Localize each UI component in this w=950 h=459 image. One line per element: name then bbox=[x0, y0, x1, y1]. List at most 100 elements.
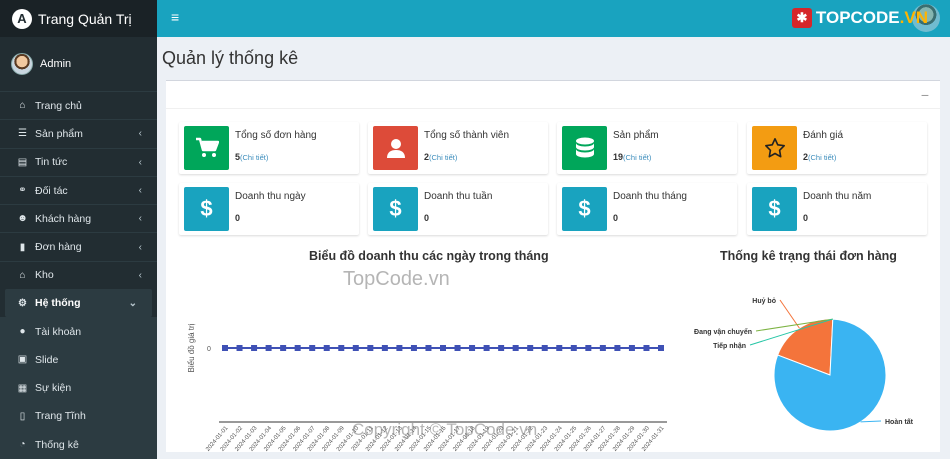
data-point bbox=[381, 345, 388, 351]
detail-link[interactable]: (Chi tiết) bbox=[429, 153, 457, 162]
sidebar-item-label: Tài khoản bbox=[35, 325, 82, 338]
sidebar-item-10[interactable]: ▦ Sự kiện bbox=[0, 373, 157, 403]
info-box-revenue-day[interactable]: $ Doanh thu ngày 0 bbox=[179, 183, 359, 235]
info-box-value: 2(Chi tiết) bbox=[803, 152, 836, 162]
menu-toggle-icon[interactable]: ≡ bbox=[171, 9, 179, 25]
sidebar-item-label: Trang chủ bbox=[35, 99, 82, 112]
info-box-revenue-week[interactable]: $ Doanh thu tuần 0 bbox=[368, 183, 548, 235]
y-tick-label: 0 bbox=[207, 346, 211, 353]
sidebar-item-label: Slide bbox=[35, 353, 59, 366]
sidebar-item-8[interactable]: ● Tài khoản bbox=[0, 317, 157, 346]
user-name: Admin bbox=[40, 58, 72, 70]
sidebar-item-12[interactable]: ◔ Thống kê bbox=[0, 430, 157, 459]
detail-link[interactable]: (Chi tiết) bbox=[623, 153, 651, 162]
collapse-button[interactable]: − bbox=[921, 87, 929, 103]
sidebar-item-label: Khách hàng bbox=[35, 212, 92, 225]
info-box-revenue-month[interactable]: $ Doanh thu tháng 0 bbox=[557, 183, 737, 235]
star-icon bbox=[752, 126, 797, 170]
database-icon bbox=[562, 126, 607, 170]
cogs-icon: ⚙ bbox=[18, 297, 27, 309]
info-box-value: 5(Chi tiết) bbox=[235, 152, 268, 162]
page-title: Quản lý thống kê bbox=[162, 48, 299, 68]
data-point bbox=[498, 345, 505, 351]
user-icon bbox=[373, 126, 418, 170]
data-point bbox=[469, 345, 476, 351]
box-header: − bbox=[166, 81, 940, 109]
info-box-title: Sản phẩm bbox=[613, 130, 659, 141]
avatar bbox=[11, 53, 33, 75]
data-point bbox=[585, 345, 592, 351]
users-icon: ☻ bbox=[17, 213, 28, 225]
data-point bbox=[294, 345, 301, 351]
pie-label: Đang vận chuyển bbox=[694, 328, 752, 336]
info-box-number: 0 bbox=[235, 213, 241, 223]
brand-logo-icon: A bbox=[12, 8, 32, 29]
user-panel: Admin bbox=[0, 37, 157, 91]
sidebar-item-11[interactable]: ▯ Trang Tĩnh bbox=[0, 402, 157, 431]
pie-leader-line bbox=[860, 420, 882, 423]
sidebar-item-label: Kho bbox=[35, 269, 54, 282]
data-point bbox=[628, 345, 635, 351]
film-icon: ▦ bbox=[17, 382, 28, 394]
sidebar-item-4[interactable]: ☻ Khách hàng ‹ bbox=[0, 204, 157, 232]
data-point bbox=[251, 345, 258, 351]
sidebar-item-0[interactable]: ⌂ Trang chủ bbox=[0, 91, 157, 119]
data-point bbox=[599, 345, 606, 351]
info-box-products[interactable]: Sản phẩm 19(Chi tiết) bbox=[557, 122, 737, 174]
detail-link[interactable]: (Chi tiết) bbox=[240, 153, 268, 162]
topcode-mark-icon: ✱ bbox=[791, 8, 812, 28]
handshake-icon: ⚭ bbox=[18, 185, 27, 197]
sidebar-item-label: Đối tác bbox=[35, 184, 68, 197]
chevron-left-icon: ‹ bbox=[138, 241, 142, 253]
topcode-logo-text-a: TOPCODE bbox=[815, 8, 900, 27]
data-point bbox=[556, 345, 563, 351]
sidebar-item-3[interactable]: ⚭ Đối tác ‹ bbox=[0, 175, 157, 204]
newspaper-icon: ▤ bbox=[17, 156, 28, 168]
file-icon: ▮ bbox=[19, 241, 26, 253]
info-box-revenue-year[interactable]: $ Doanh thu năm 0 bbox=[747, 183, 927, 235]
info-box-reviews[interactable]: Đánh giá 2(Chi tiết) bbox=[747, 122, 927, 174]
detail-link[interactable]: (Chi tiết) bbox=[808, 153, 836, 162]
sidebar-item-9[interactable]: ▣ Slide bbox=[0, 345, 157, 374]
data-point bbox=[541, 345, 548, 351]
topcode-logo: ✱ TOPCODE .VN bbox=[791, 8, 928, 28]
pie-leader-line bbox=[779, 299, 800, 329]
chevron-left-icon: ‹ bbox=[138, 213, 142, 225]
data-point bbox=[338, 345, 345, 351]
info-box-number: 0 bbox=[803, 213, 809, 223]
pie-chart-icon: ◔ bbox=[19, 439, 26, 451]
home-icon: ⌂ bbox=[19, 100, 26, 112]
data-point bbox=[352, 345, 359, 351]
info-box-title: Doanh thu năm bbox=[803, 191, 872, 202]
data-point bbox=[236, 345, 243, 351]
info-box-members[interactable]: Tổng số thành viên 2(Chi tiết) bbox=[368, 122, 548, 174]
data-point bbox=[527, 345, 534, 351]
data-point bbox=[570, 345, 577, 351]
sidebar-item-label: Đơn hàng bbox=[35, 241, 82, 254]
sidebar-item-1[interactable]: ☰ Sản phẩm ‹ bbox=[0, 119, 157, 147]
data-point bbox=[643, 345, 650, 351]
data-point bbox=[367, 345, 374, 351]
y-axis-label: Biểu đồ giá trị bbox=[187, 323, 196, 372]
dollar-icon: $ bbox=[752, 187, 797, 231]
brand[interactable]: A Trang Quản Trị bbox=[0, 0, 157, 37]
pie-label: Hoàn tất bbox=[885, 418, 914, 426]
sidebar-item-label: Thống kê bbox=[35, 438, 79, 451]
images-icon: ▣ bbox=[17, 354, 28, 366]
info-box-number: 0 bbox=[613, 213, 619, 223]
data-point bbox=[512, 345, 519, 351]
chevron-left-icon: ‹ bbox=[138, 128, 142, 140]
top-navbar: ≡ ✱ TOPCODE .VN bbox=[157, 0, 950, 37]
info-box-title: Tổng số thành viên bbox=[424, 130, 510, 141]
sidebar-item-5[interactable]: ▮ Đơn hàng ‹ bbox=[0, 232, 157, 260]
line-chart-title: Biểu đồ doanh thu các ngày trong tháng bbox=[309, 249, 549, 263]
sidebar-item-2[interactable]: ▤ Tin tức ‹ bbox=[0, 147, 157, 176]
info-box-orders[interactable]: Tổng số đơn hàng 5(Chi tiết) bbox=[179, 122, 359, 174]
data-point bbox=[309, 345, 316, 351]
sidebar-item-label: Sự kiện bbox=[35, 382, 72, 395]
data-point bbox=[614, 345, 621, 351]
sidebar-item-6[interactable]: ⌂ Kho ‹ bbox=[0, 260, 157, 289]
chevron-down-icon: ⌄ bbox=[128, 297, 137, 309]
data-point bbox=[454, 345, 461, 351]
sidebar-item-7[interactable]: ⚙ Hệ thống ⌄ bbox=[5, 289, 152, 318]
